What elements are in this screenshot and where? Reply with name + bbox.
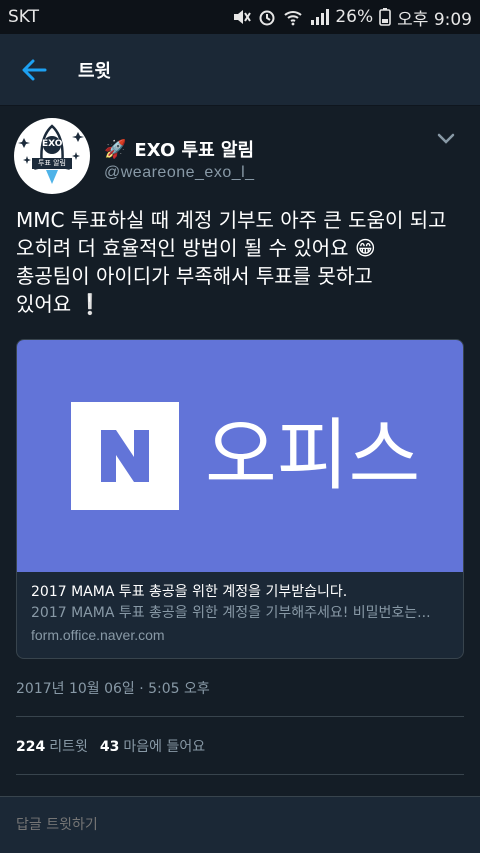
status-icons: 26% 오후 9:09 [231, 5, 472, 30]
retweet-label: 리트윗 [49, 739, 88, 755]
divider [16, 716, 464, 717]
mute-icon [234, 10, 252, 24]
link-card[interactable]: N 오피스 2017 MAMA 투표 총공을 위한 계정을 기부받습니다. 20… [16, 339, 464, 659]
like-count: 43 [99, 739, 120, 755]
chevron-down-icon[interactable] [434, 126, 458, 150]
card-domain: form.office.naver.com [31, 627, 165, 643]
reply-bar [0, 796, 480, 853]
tweet-author: EXO 투표 알림 🚀 EXO 투표 알림 @weareone_exo_l_ [14, 118, 466, 198]
tweet-text-line: MMC 투표하실 때 계정 기부도 아주 큰 도움이 되고 [16, 208, 447, 232]
app-bar: 트윗 [0, 34, 480, 106]
tweet-text-line: 있어요 ❕ [16, 292, 103, 316]
status-bar: SKT 26% 오후 9:09 [0, 0, 480, 34]
reply-input[interactable] [16, 817, 456, 833]
wifi-icon [284, 11, 303, 26]
tweet-text-line: 총공팀이 아이디가 부족해서 투표를 못하고 [16, 264, 373, 288]
clock-label: 오후 9:09 [397, 9, 472, 30]
retweet-count: 224 [16, 739, 46, 755]
back-button[interactable] [0, 34, 68, 106]
avatar-banner-text: 투표 알림 [38, 159, 66, 167]
tweet-text-line: 오히려 더 효율적인 방법이 될 수 있어요 😁 [16, 236, 376, 260]
tweet-stats: 224 리트윗 43 마음에 들어요 [16, 736, 205, 756]
card-title: 2017 MAMA 투표 총공을 위한 계정을 기부받습니다. [31, 584, 348, 600]
office-wordmark: 오피스 [205, 411, 420, 501]
author-display-name: EXO 투표 알림 [134, 140, 255, 161]
card-body: 2017 MAMA 투표 총공을 위한 계정을 기부받습니다. 2017 MAM… [17, 572, 463, 658]
exo-rocket-avatar-icon [15, 119, 89, 193]
rocket-emoji-icon: 🚀 [104, 138, 127, 160]
battery-label: 26% [335, 7, 374, 27]
naver-n-icon [101, 430, 149, 482]
card-image: N 오피스 [17, 340, 463, 572]
author-handle[interactable]: @weareone_exo_l_ [104, 164, 255, 182]
office-wordmark-text: 오피스 [205, 411, 420, 501]
tweet-text: MMC 투표하실 때 계정 기부도 아주 큰 도움이 되고 오히려 더 효율적인… [16, 206, 468, 318]
battery-icon [379, 8, 391, 26]
author-name[interactable]: 🚀 EXO 투표 알림 [104, 136, 254, 162]
carrier-label: SKT [8, 7, 40, 27]
signal-icon [311, 9, 330, 25]
naver-n-logo: N [71, 402, 179, 510]
card-description: 2017 MAMA 투표 총공을 위한 계정을 기부해주세요! 비밀번호는... [31, 605, 431, 621]
like-stat[interactable]: 43 마음에 들어요 [100, 736, 205, 756]
alarm-icon [259, 10, 275, 26]
like-label: 마음에 들어요 [123, 739, 206, 755]
tweet-timestamp: 2017년 10월 06일 · 5:05 오후 [16, 681, 210, 697]
arrow-left-icon [22, 59, 47, 80]
retweet-stat[interactable]: 224 리트윗 [16, 736, 88, 756]
avatar[interactable]: EXO 투표 알림 [14, 118, 90, 194]
avatar-badge-text: EXO [42, 139, 63, 149]
divider [16, 774, 464, 775]
page-title: 트윗 [78, 60, 112, 82]
